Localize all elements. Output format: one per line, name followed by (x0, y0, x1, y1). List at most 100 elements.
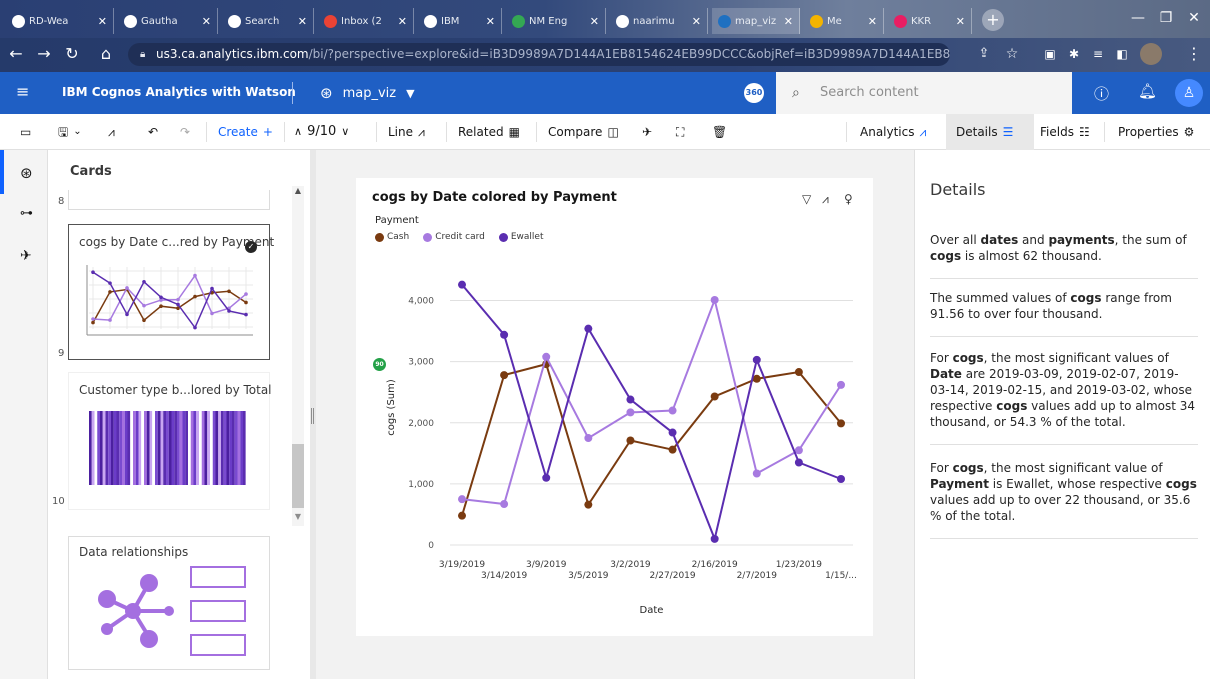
card-number: 9 (58, 348, 65, 359)
related-button[interactable]: Related ▦ (458, 114, 520, 150)
properties-tab[interactable]: Properties ⚙︎ (1118, 114, 1194, 150)
browser-tab[interactable]: RD-Wea ✕ (6, 8, 114, 34)
compare-icon: ◫ (607, 125, 619, 139)
line-type-button[interactable]: Line ⩘ (388, 114, 425, 150)
delete-icon[interactable]: 🗑︎ (712, 114, 727, 150)
fields-icon: ☷ (1078, 125, 1090, 139)
browser-tab[interactable]: Search ✕ (222, 8, 314, 34)
cards-rail-icon[interactable]: ⊛ (20, 164, 33, 182)
y-tick-label: 1,000 (408, 480, 434, 490)
url-field[interactable]: 🔒︎ us3.ca.analytics.ibm.com/bi/?perspect… (128, 43, 950, 66)
y-tick-label: 3,000 (408, 358, 434, 368)
relationships-rail-icon[interactable]: ⊶ (20, 206, 33, 221)
profile-avatar[interactable] (1140, 43, 1162, 65)
tab-close-icon[interactable]: ✕ (486, 15, 495, 28)
tab-close-icon[interactable]: ✕ (398, 15, 407, 28)
thumb-bar (133, 411, 136, 485)
sidebar-icon[interactable]: ◧ (1112, 44, 1132, 64)
tab-label: Search (245, 15, 280, 27)
browser-tab[interactable]: Me ✕ (804, 8, 884, 34)
share-icon[interactable]: ⇪ (974, 44, 994, 64)
thumb-bar (232, 411, 235, 485)
browser-menu-icon[interactable]: ⋮ (1184, 44, 1204, 64)
pager[interactable]: ∧ 9/10 ∨ (294, 114, 349, 150)
scroll-up-icon[interactable]: ▲ (292, 186, 304, 198)
new-tab-icon[interactable]: + (982, 9, 1004, 31)
browser-tab[interactable]: naarimu ✕ (610, 8, 708, 34)
card-8[interactable] (68, 190, 270, 210)
reading-list-icon[interactable]: ≡ (1088, 44, 1108, 64)
tab-close-icon[interactable]: ✕ (868, 15, 877, 28)
user-avatar-icon[interactable]: ♙ (1175, 79, 1203, 107)
scroll-down-icon[interactable]: ▼ (292, 512, 304, 524)
compare-button[interactable]: Compare ◫ (548, 114, 619, 150)
card-9[interactable]: cogs by Date c...red by Payment ✓ (68, 224, 274, 360)
details-text: , the most significant value of (983, 461, 1163, 475)
tab-close-icon[interactable]: ✕ (956, 15, 965, 28)
browser-tab[interactable]: map_viz ✕ (712, 8, 800, 34)
focus-icon[interactable]: ⛶ (676, 114, 684, 150)
data-point (752, 355, 761, 364)
analytics-tab[interactable]: Analytics ⩘ (860, 114, 926, 150)
details-keyword: cogs (996, 399, 1028, 413)
help-icon[interactable]: ⓘ (1094, 83, 1109, 104)
card-data-relationships[interactable]: Data relationships (68, 536, 270, 670)
thumb-bar (212, 411, 216, 485)
browser-tab[interactable]: KKR ✕ (888, 8, 972, 34)
thumb-bar (207, 411, 210, 485)
thumb-bar (185, 411, 188, 485)
pin-icon[interactable]: ✈︎ (642, 114, 652, 150)
back-icon[interactable]: ← (6, 44, 26, 64)
close-window-icon[interactable]: ✕ (1180, 6, 1208, 30)
maximize-icon[interactable]: ❐ (1152, 6, 1180, 30)
viz-name-dropdown[interactable]: ⊛ map_viz ▼ (320, 84, 415, 102)
forward-icon[interactable]: → (34, 44, 54, 64)
tab-close-icon[interactable]: ✕ (692, 15, 701, 28)
share-icon[interactable]: ⩘ (108, 114, 115, 150)
tab-close-icon[interactable]: ✕ (98, 15, 107, 28)
extension-icon[interactable]: ▣ (1040, 44, 1060, 64)
browser-tab[interactable]: NM Eng ✕ (506, 8, 606, 34)
cards-scrollbar[interactable]: ▲ ▼ (292, 186, 304, 526)
browser-tab[interactable]: IBM ✕ (418, 8, 502, 34)
tab-label: IBM (441, 15, 460, 27)
browser-tab[interactable]: Inbox (2 ✕ (318, 8, 414, 34)
thumb-bar (210, 411, 213, 485)
search-input[interactable]: ⌕ Search content (776, 72, 1072, 114)
tab-label: KKR (911, 15, 932, 27)
toolbar-divider (846, 122, 847, 142)
tab-close-icon[interactable]: ✕ (202, 15, 211, 28)
comment-icon[interactable]: ▭ (20, 114, 31, 150)
browser-tab[interactable]: Gautha ✕ (118, 8, 218, 34)
puzzle-icon[interactable]: ✱ (1064, 44, 1084, 64)
badge-360[interactable]: 360 (744, 83, 764, 103)
create-button[interactable]: Create + (218, 114, 273, 150)
notifications-bell-icon[interactable]: 🔔︎ (1138, 82, 1157, 100)
home-icon[interactable]: ⌂ (96, 44, 116, 64)
x-tick-label: 3/9/2019 (526, 560, 567, 570)
reload-icon[interactable]: ↻ (62, 44, 82, 64)
tab-close-icon[interactable]: ✕ (590, 15, 599, 28)
pin-rail-icon[interactable]: ✈︎ (20, 248, 32, 264)
relationships-diagram-icon (98, 566, 246, 656)
scrollbar-thumb[interactable] (292, 444, 304, 508)
details-panel: Details Over all dates and payments, the… (914, 150, 1210, 679)
browser-tab-strip: RD-Wea ✕ Gautha ✕ Search ✕ Inbox (2 ✕ IBM ✕ NM Eng… (0, 0, 1210, 38)
save-menu-button[interactable]: 🖫︎ ⌄ (58, 114, 82, 150)
card-10[interactable]: Customer type b...lored by Total (68, 372, 272, 510)
redo-icon[interactable]: ↷ (180, 114, 190, 150)
hamburger-menu-icon[interactable]: ≡ (16, 84, 29, 100)
bookmark-star-icon[interactable]: ☆ (1002, 44, 1022, 64)
splitter-grip[interactable] (311, 408, 314, 424)
minimize-icon[interactable]: — (1124, 6, 1152, 30)
details-tab[interactable]: Details ☰ (946, 114, 1034, 150)
tab-close-icon[interactable]: ✕ (784, 15, 793, 28)
details-paragraph-4: For cogs, the most significant value of … (930, 460, 1198, 539)
tab-label: Gautha (141, 15, 178, 27)
thumb-bar (113, 411, 117, 485)
tab-close-icon[interactable]: ✕ (298, 15, 307, 28)
undo-icon[interactable]: ↶ (148, 114, 158, 150)
details-text: and (1018, 233, 1049, 247)
toolbar-divider (536, 122, 537, 142)
fields-tab[interactable]: Fields ☷ (1040, 114, 1090, 150)
